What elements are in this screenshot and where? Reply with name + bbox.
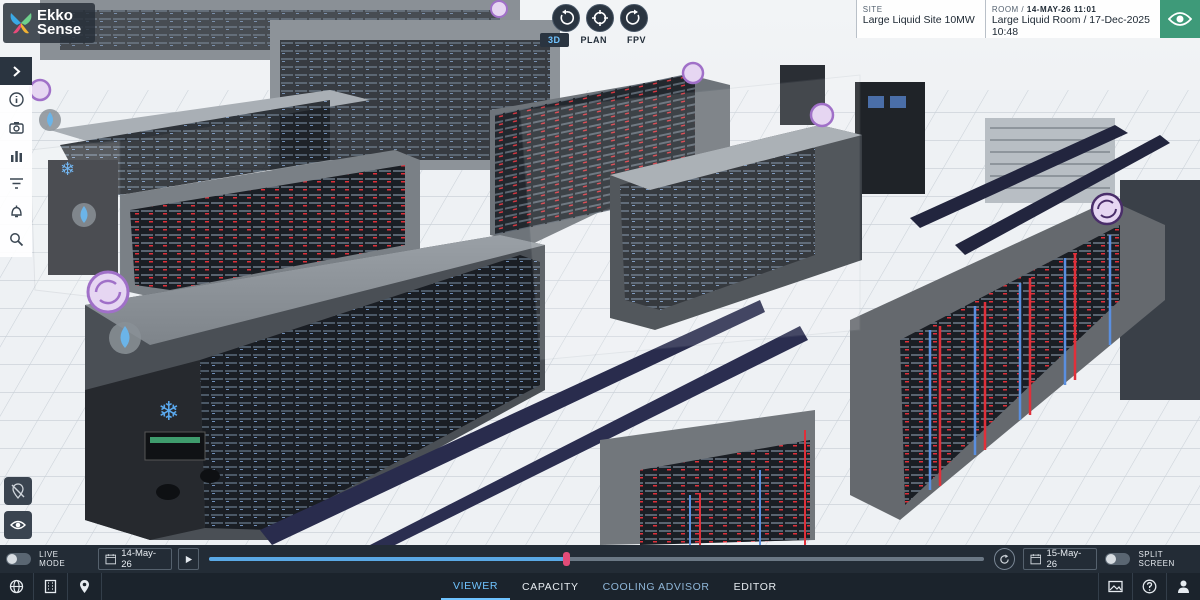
data-hall-3d-view[interactable]: ❄ ❄	[0, 0, 1200, 545]
eye-icon	[1168, 12, 1192, 26]
play-button[interactable]	[178, 548, 200, 570]
site-name: Large Liquid Site 10MW	[862, 14, 975, 26]
view-mode-plan[interactable]: PLAN	[573, 33, 616, 47]
timeline-slider[interactable]	[209, 552, 984, 566]
start-date-picker[interactable]: 14-May-26	[97, 548, 173, 570]
alerts-button[interactable]	[0, 197, 32, 225]
live-mode-toggle[interactable]	[6, 553, 32, 565]
site-info: SITE Large Liquid Site 10MW	[855, 0, 985, 38]
show-overlay-button[interactable]	[4, 511, 32, 539]
rotate-left-button[interactable]	[552, 4, 580, 32]
tab-editor[interactable]: EDITOR	[722, 573, 789, 600]
recenter-button[interactable]	[586, 4, 614, 32]
eye-icon	[10, 520, 26, 530]
user-icon	[1178, 580, 1189, 593]
info-button[interactable]	[0, 85, 32, 113]
main-tabs: VIEWER CAPACITY COOLING ADVISOR EDITOR	[441, 573, 789, 600]
camera-icon	[8, 121, 24, 134]
bottom-right-actions	[1098, 573, 1200, 600]
camera-controls	[552, 4, 648, 32]
view-mode-switch: 3D PLAN FPV	[540, 33, 654, 47]
filter-button[interactable]	[0, 169, 32, 197]
liquid-drop-marker[interactable]	[72, 203, 96, 227]
rotate-right-button[interactable]	[620, 4, 648, 32]
image-export-button[interactable]	[1098, 573, 1132, 600]
logo-wordmark: Ekko Sense	[37, 7, 82, 38]
calendar-icon	[1030, 554, 1041, 565]
tab-cooling-advisor[interactable]: COOLING ADVISOR	[591, 573, 722, 600]
cooling-advisor-marker[interactable]	[490, 0, 508, 18]
building-button[interactable]	[34, 573, 68, 600]
user-account-button[interactable]	[1166, 573, 1200, 600]
liquid-drop-marker[interactable]	[109, 322, 141, 354]
timeline-thumb[interactable]	[562, 552, 570, 566]
butterfly-logo-icon	[10, 13, 32, 34]
global-view-button[interactable]	[0, 573, 34, 600]
liquid-drop-marker[interactable]	[39, 109, 61, 131]
chevron-right-icon	[12, 65, 20, 77]
left-toolbar	[0, 57, 32, 257]
view-mode-3d[interactable]: 3D	[540, 33, 569, 47]
bar-chart-icon	[10, 150, 22, 162]
room-info: ROOM / 14-MAY-26 11:01 Large Liquid Room…	[984, 0, 1160, 38]
visibility-toggle-button[interactable]	[1160, 0, 1200, 38]
bottom-navigation: VIEWER CAPACITY COOLING ADVISOR EDITOR	[0, 573, 1200, 600]
ekkosense-logo: Ekko Sense	[3, 3, 95, 43]
split-screen-label: SPLIT SCREEN	[1138, 550, 1175, 568]
cooling-advisor-marker[interactable]	[86, 270, 130, 314]
marker-off-icon	[11, 483, 25, 499]
refresh-icon	[999, 553, 1009, 564]
hide-markers-button[interactable]	[4, 477, 32, 505]
tab-viewer[interactable]: VIEWER	[441, 573, 511, 600]
play-icon	[186, 555, 193, 563]
location-button[interactable]	[68, 573, 102, 600]
reset-timeline-button[interactable]	[993, 548, 1015, 570]
image-icon	[1108, 580, 1123, 593]
info-icon	[8, 91, 24, 107]
snowflake-icon: ❄	[158, 397, 180, 427]
calendar-icon	[105, 554, 116, 565]
bell-icon	[10, 205, 22, 217]
cooling-advisor-marker[interactable]	[1090, 192, 1124, 226]
search-icon	[9, 232, 23, 246]
map-pin-icon	[80, 580, 89, 593]
filter-icon	[9, 177, 23, 189]
timeline-progress	[209, 557, 566, 561]
globe-icon	[9, 579, 24, 594]
site-room-info: SITE Large Liquid Site 10MW ROOM / 14-MA…	[855, 0, 1160, 38]
live-mode-label: LIVE MODE	[39, 550, 66, 568]
expand-panel-button[interactable]	[0, 57, 32, 85]
building-icon	[44, 579, 57, 594]
timeline-bar: LIVE MODE 14-May-26 15-May-26 SPLIT SCRE…	[0, 545, 1200, 573]
view-mode-fpv[interactable]: FPV	[619, 33, 654, 47]
room-name: Large Liquid Room / 17-Dec-2025	[991, 14, 1150, 26]
crosshair-icon	[592, 10, 608, 26]
reports-button[interactable]	[0, 141, 32, 169]
rotate-left-icon	[560, 9, 575, 25]
help-button[interactable]	[1132, 573, 1166, 600]
app-root: ❄ ❄ Ekko Sense 3D PLAN FPV SITE Large Li…	[0, 0, 1200, 600]
snapshot-button[interactable]	[0, 113, 32, 141]
rotate-right-icon	[625, 9, 640, 25]
cooling-advisor-marker[interactable]	[681, 61, 705, 85]
cooling-advisor-marker[interactable]	[28, 78, 52, 102]
cooling-advisor-marker[interactable]	[809, 102, 835, 128]
help-icon	[1142, 579, 1157, 594]
search-button[interactable]	[0, 225, 32, 253]
tab-capacity[interactable]: CAPACITY	[510, 573, 591, 600]
end-date-picker[interactable]: 15-May-26	[1022, 548, 1098, 570]
split-screen-toggle[interactable]	[1105, 553, 1131, 565]
room-time: 10:48	[991, 26, 1019, 38]
